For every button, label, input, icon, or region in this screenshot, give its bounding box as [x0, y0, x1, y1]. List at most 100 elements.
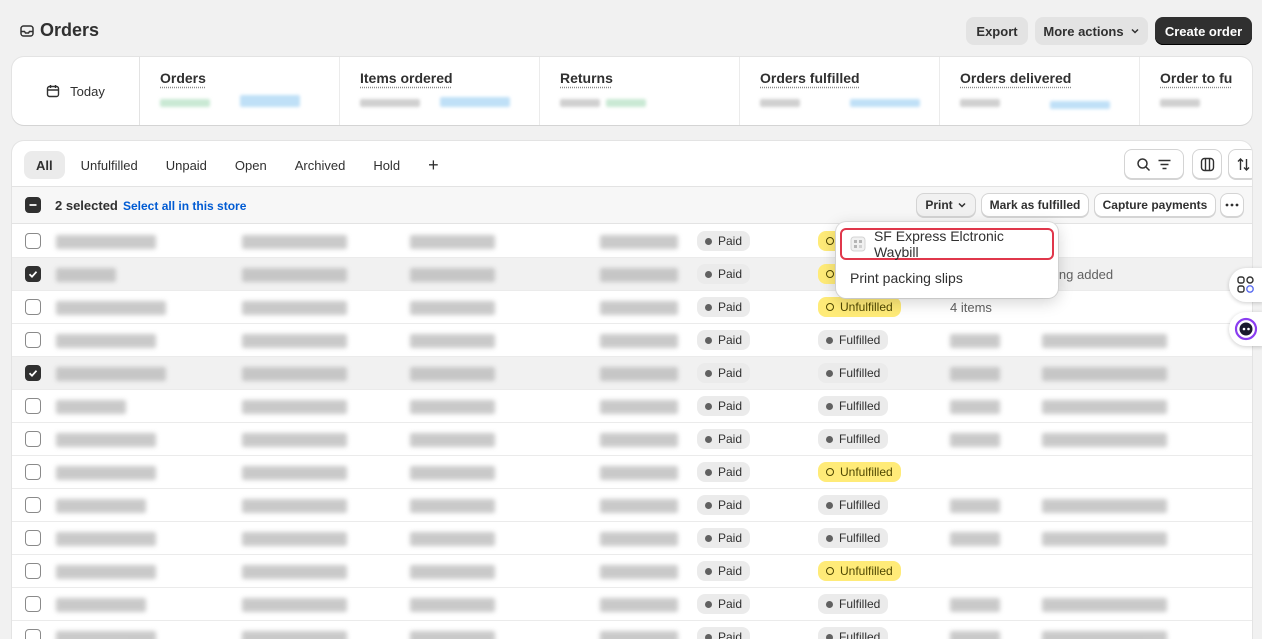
redacted-cell [410, 565, 495, 579]
redacted-cell [242, 268, 347, 282]
row-checkbox[interactable] [25, 629, 41, 639]
redacted-cell [410, 631, 495, 639]
page-header: Orders Export More actions Create order [0, 0, 1262, 56]
metric-orders-fulfilled[interactable]: Orders fulfilled [740, 57, 940, 125]
assistant-face-icon [1234, 317, 1258, 341]
columns-button[interactable] [1192, 149, 1222, 179]
redacted-cell [56, 367, 166, 381]
status-dot-icon [826, 237, 834, 245]
table-row[interactable]: Paid Fulfilled [12, 324, 1252, 357]
row-checkbox[interactable] [25, 596, 41, 612]
create-order-button[interactable]: Create order [1155, 17, 1252, 45]
add-view-button[interactable]: + [416, 151, 451, 179]
table-row[interactable]: Paid Fulfilled [12, 588, 1252, 621]
redacted-cell [56, 334, 156, 348]
payment-status-text: Paid [718, 531, 743, 545]
redacted-cell [410, 532, 495, 546]
apps-floating-button[interactable] [1229, 268, 1262, 302]
metric-orders[interactable]: Orders [140, 57, 340, 125]
table-row[interactable]: Paid Unfulfilled [12, 555, 1252, 588]
table-row[interactable]: PaidUnfulfilled [12, 456, 1252, 489]
row-checkbox[interactable] [25, 497, 41, 513]
redacted-cell [410, 235, 495, 249]
tab-unpaid[interactable]: Unpaid [154, 151, 219, 179]
more-actions-button[interactable]: More actions [1035, 17, 1148, 45]
table-row[interactable]: Paid Fulfilled [12, 621, 1252, 639]
tab-archived[interactable]: Archived [283, 151, 358, 179]
row-checkbox[interactable] [25, 464, 41, 480]
payment-status-badge: Paid [697, 528, 751, 548]
analytics-bar: Today Orders Items ordered Returns Order… [12, 57, 1252, 125]
tab-open[interactable]: Open [223, 151, 279, 179]
redacted-cell [242, 565, 347, 579]
row-checkbox[interactable] [25, 332, 41, 348]
status-dot-icon [826, 567, 834, 575]
orders-table-card: All Unfulfilled Unpaid Open Archived Hol… [12, 141, 1252, 639]
tab-all[interactable]: All [24, 151, 65, 179]
select-all-link[interactable]: Select all in this store [123, 199, 246, 213]
fulfillment-status-badge: Fulfilled [818, 396, 889, 416]
redacted-cell [56, 235, 156, 249]
menu-item-sf-express-waybill[interactable]: SF Express Elctronic Waybill [840, 228, 1054, 260]
table-row[interactable]: PaidUnfulfilled [12, 225, 1252, 258]
redacted-cell [600, 433, 678, 447]
fulfillment-status-badge: Unfulfilled [818, 297, 901, 317]
payment-status-text: Paid [718, 498, 743, 512]
date-range-label: Today [70, 83, 105, 99]
redacted-cell [1042, 631, 1167, 639]
table-row[interactable]: Paid Fulfilled [12, 357, 1252, 390]
search-filter-button[interactable] [1124, 149, 1184, 179]
mark-as-fulfilled-button[interactable]: Mark as fulfilled [981, 193, 1089, 217]
row-checkbox[interactable] [25, 266, 41, 282]
fulfillment-status-badge: Unfulfilled [818, 561, 901, 581]
metric-orders-delivered[interactable]: Orders delivered [940, 57, 1140, 125]
row-checkbox[interactable] [25, 299, 41, 315]
checkmark-icon [28, 370, 38, 378]
status-dot-icon [705, 468, 712, 476]
row-checkbox[interactable] [25, 398, 41, 414]
row-checkbox[interactable] [25, 431, 41, 447]
metric-order-to-fulfillment[interactable]: Order to fu [1140, 57, 1252, 125]
sort-button[interactable] [1228, 149, 1252, 179]
table-row[interactable]: PaidUnfulfilledTracking added [12, 258, 1252, 291]
menu-item-print-packing-slips[interactable]: Print packing slips [840, 262, 1054, 294]
tab-hold[interactable]: Hold [361, 151, 412, 179]
fulfillment-status-text: Fulfilled [839, 366, 881, 380]
metric-returns[interactable]: Returns [540, 57, 740, 125]
payment-status-badge: Paid [697, 627, 751, 639]
table-row[interactable]: Paid Unfulfilled 4 items [12, 291, 1252, 324]
print-dropdown-menu: SF Express Elctronic Waybill Print packi… [836, 222, 1058, 298]
table-row[interactable]: Paid Fulfilled [12, 489, 1252, 522]
capture-payments-button[interactable]: Capture payments [1094, 193, 1216, 217]
tab-unfulfilled[interactable]: Unfulfilled [69, 151, 150, 179]
chevron-down-icon [1131, 28, 1139, 34]
date-range-button[interactable]: Today [12, 57, 140, 125]
export-button[interactable]: Export [966, 17, 1028, 45]
payment-status-text: Paid [718, 564, 743, 578]
table-row[interactable]: Paid Fulfilled [12, 522, 1252, 555]
print-button[interactable]: Print [916, 193, 976, 217]
fulfillment-status-badge: Fulfilled [818, 330, 889, 350]
select-all-checkbox[interactable] [25, 197, 41, 213]
payment-status-text: Paid [718, 465, 743, 479]
status-dot-icon [826, 402, 833, 410]
payment-status-text: Paid [718, 333, 743, 347]
row-checkbox[interactable] [25, 365, 41, 381]
row-checkbox[interactable] [25, 563, 41, 579]
fulfillment-status-text: Fulfilled [839, 498, 881, 512]
metric-items-ordered[interactable]: Items ordered [340, 57, 540, 125]
redacted-cell [1042, 499, 1167, 513]
status-dot-icon [705, 600, 712, 608]
table-row[interactable]: Paid Fulfilled [12, 390, 1252, 423]
payment-status-text: Paid [718, 630, 743, 639]
table-row[interactable]: Paid Fulfilled [12, 423, 1252, 456]
assistant-floating-button[interactable] [1229, 312, 1262, 346]
more-bulk-actions-button[interactable] [1220, 193, 1244, 217]
redacted-cell [410, 334, 495, 348]
redacted-cell [242, 433, 347, 447]
orders-inbox-icon [20, 24, 34, 37]
columns-icon [1200, 157, 1214, 171]
view-tabs: All Unfulfilled Unpaid Open Archived Hol… [24, 151, 451, 179]
row-checkbox[interactable] [25, 233, 41, 249]
row-checkbox[interactable] [25, 530, 41, 546]
